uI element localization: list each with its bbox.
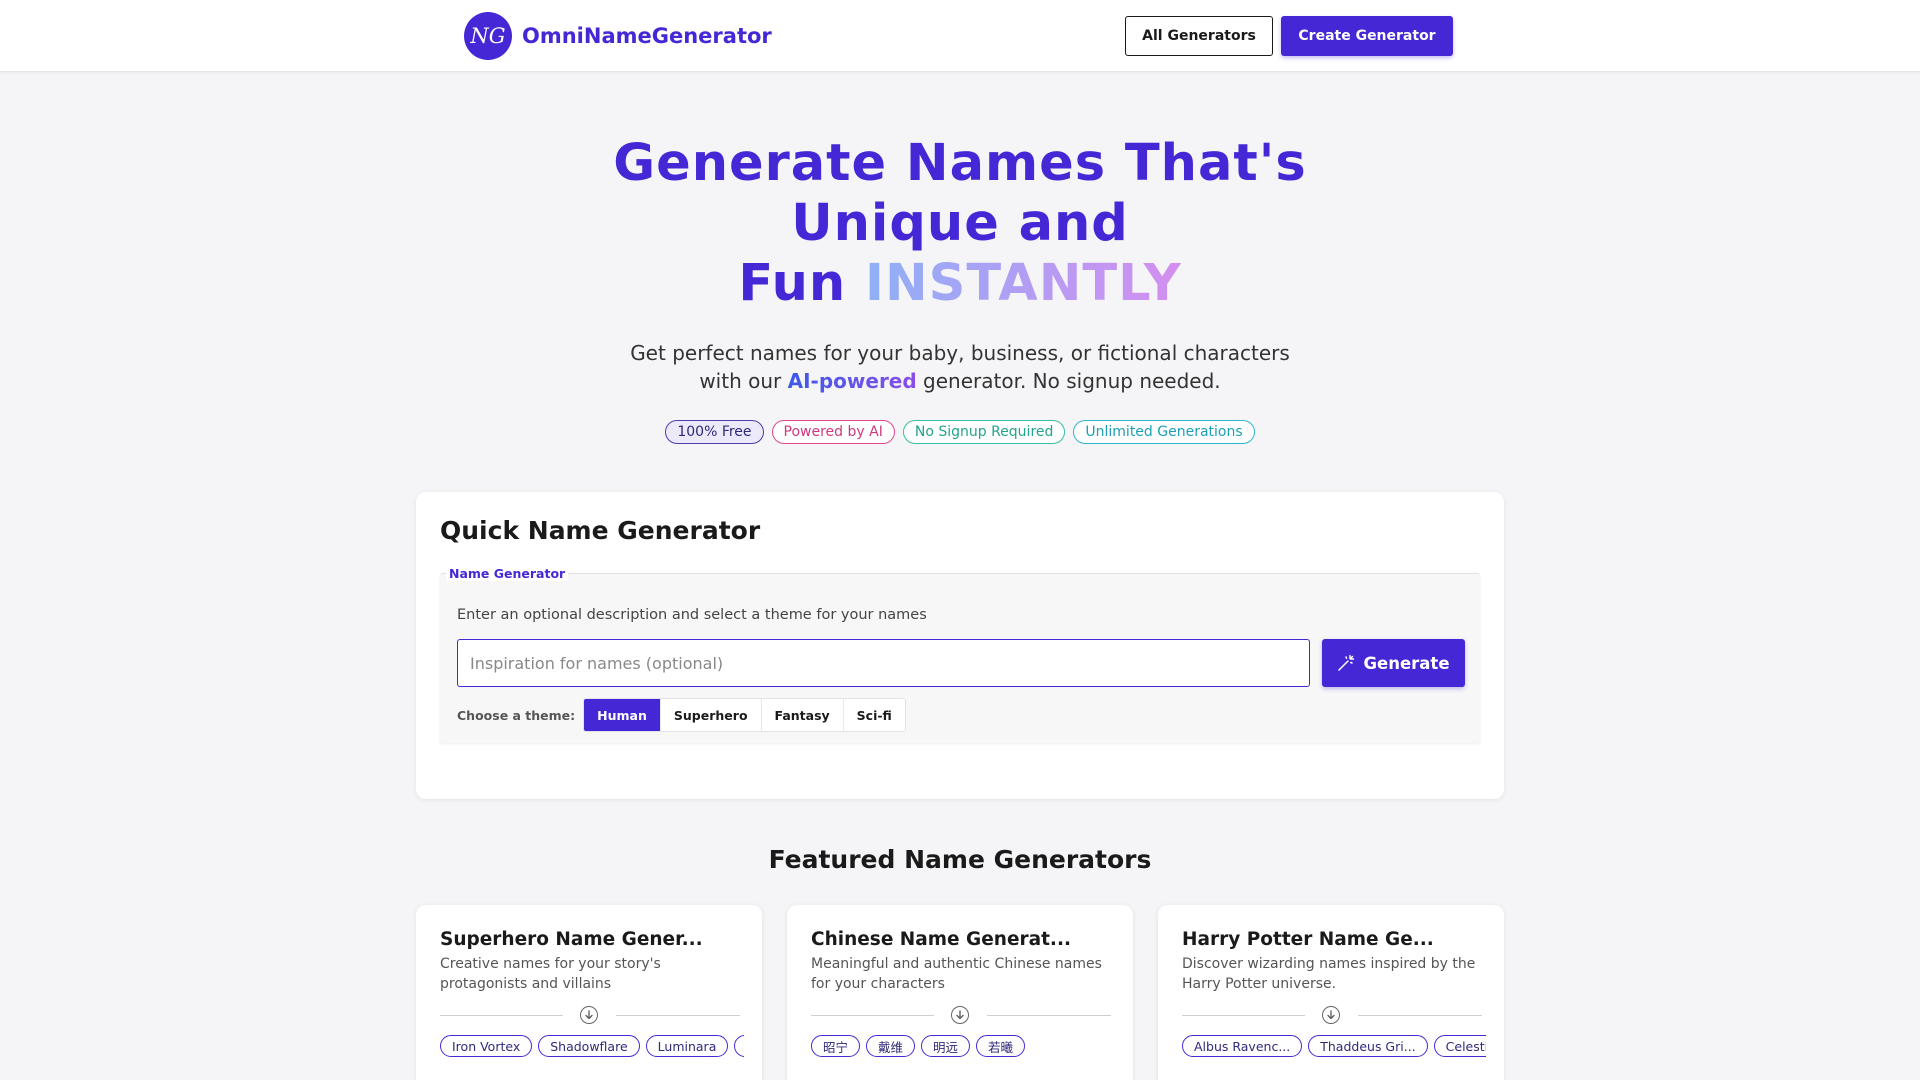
theme-superhero-button[interactable]: Superhero [660,699,762,731]
all-generators-button[interactable]: All Generators [1125,16,1273,56]
badge-ai: Powered by AI [771,420,895,444]
featured-card-superhero[interactable]: Superhero Name Gener... Creative names f… [416,905,762,1080]
featured-card-harry-potter[interactable]: Harry Potter Name Ge... Discover wizardi… [1158,905,1504,1080]
hero-subtitle-part1: Get perfect names for your baby, busines… [630,341,1290,365]
generate-button[interactable]: Generate [1322,639,1465,687]
generate-button-label: Generate [1363,653,1450,673]
arrow-down-circle-icon[interactable] [951,1006,969,1024]
hero-subtitle-part2b: generator. No signup needed. [923,369,1221,393]
quick-generator-title: Quick Name Generator [440,516,761,545]
sample-name-chip[interactable]: Albus Ravenc... [1182,1035,1303,1057]
fieldset-legend: Name Generator [446,566,569,581]
badge-free: 100% Free [665,420,764,444]
card-divider [440,1006,740,1024]
featured-card-chinese[interactable]: Chinese Name Generat... Meaningful and a… [787,905,1133,1080]
hero-subtitle-part2a: with our [699,369,782,393]
featured-card-title[interactable]: Superhero Name Gener... [440,929,703,950]
badge-no-signup: No Signup Required [902,420,1066,444]
theme-fantasy-button[interactable]: Fantasy [761,699,844,731]
card-divider [1182,1006,1482,1024]
hero-title-line-1: Generate Names That's [613,134,1307,193]
logo-icon: NG [464,12,512,60]
theme-label: Choose a theme: [457,707,576,723]
sample-name-chip[interactable]: Luminara [645,1035,729,1057]
sample-name-chip[interactable]: 昭宁 [811,1035,861,1057]
sample-name-chips: 昭宁 戴维 明远 若曦 [811,1035,1115,1059]
feature-badges: 100% Free Powered by AI No Signup Requir… [0,420,1920,444]
sample-name-chip[interactable]: 明远 [921,1035,971,1057]
theme-selector: Choose a theme: Human Superhero Fantasy … [457,698,906,732]
generator-description: Enter an optional description and select… [457,607,927,623]
brand-name: OmniNameGenerator [522,24,772,48]
sample-name-chips: Albus Ravenc... Thaddeus Gri... Celestia [1182,1035,1486,1059]
hero-title-line-2: Unique and [791,194,1129,253]
theme-button-group: Human Superhero Fantasy Sci-fi [583,698,906,732]
top-navbar: NG OmniNameGenerator All Generators Crea… [0,0,1920,72]
arrow-down-circle-icon[interactable] [580,1006,598,1024]
featured-card-description: Creative names for your story's protagon… [440,956,661,992]
sample-name-chip[interactable]: 若曦 [976,1035,1026,1057]
hero-title-accent: INSTANTLY [865,254,1182,313]
badge-unlimited: Unlimited Generations [1073,420,1255,444]
sample-name-chip[interactable]: Celestia [1433,1035,1486,1057]
quick-generator-card: Quick Name Generator Name Generator Ente… [416,492,1504,799]
sample-name-chip[interactable]: 戴维 [866,1035,916,1057]
hero-subtitle-highlight: AI-powered [787,369,917,393]
create-generator-button[interactable]: Create Generator [1281,16,1453,56]
sample-name-chips: Iron Vortex Shadowflare Luminara C [440,1035,744,1059]
magic-wand-icon [1338,654,1355,671]
sample-name-chip[interactable]: Shadowflare [538,1035,640,1057]
theme-human-button[interactable]: Human [584,699,661,731]
card-divider [811,1006,1111,1024]
featured-section-title: Featured Name Generators [768,845,1152,874]
featured-card-description: Meaningful and authentic Chinese names f… [811,956,1102,992]
hero-title-line-3: Fun INSTANTLY [560,254,1360,314]
name-generator-fieldset: Name Generator Enter an optional descrip… [440,566,1480,743]
featured-card-title[interactable]: Chinese Name Generat... [811,929,1071,950]
brand-logo-link[interactable]: NG OmniNameGenerator [464,12,772,60]
inspiration-input[interactable] [457,639,1310,687]
arrow-down-circle-icon[interactable] [1322,1006,1340,1024]
hero-title-prefix: Fun [738,254,847,313]
hero-title: Generate Names That's Unique and Fun INS… [560,134,1360,314]
sample-name-chip[interactable]: C [734,1035,744,1057]
theme-scifi-button[interactable]: Sci-fi [843,699,905,731]
featured-card-description: Discover wizarding names inspired by the… [1182,956,1476,992]
sample-name-chip[interactable]: Iron Vortex [440,1035,533,1057]
featured-card-title[interactable]: Harry Potter Name Ge... [1182,929,1434,950]
sample-name-chip[interactable]: Thaddeus Gri... [1308,1035,1428,1057]
hero-subtitle: Get perfect names for your baby, busines… [560,339,1360,395]
